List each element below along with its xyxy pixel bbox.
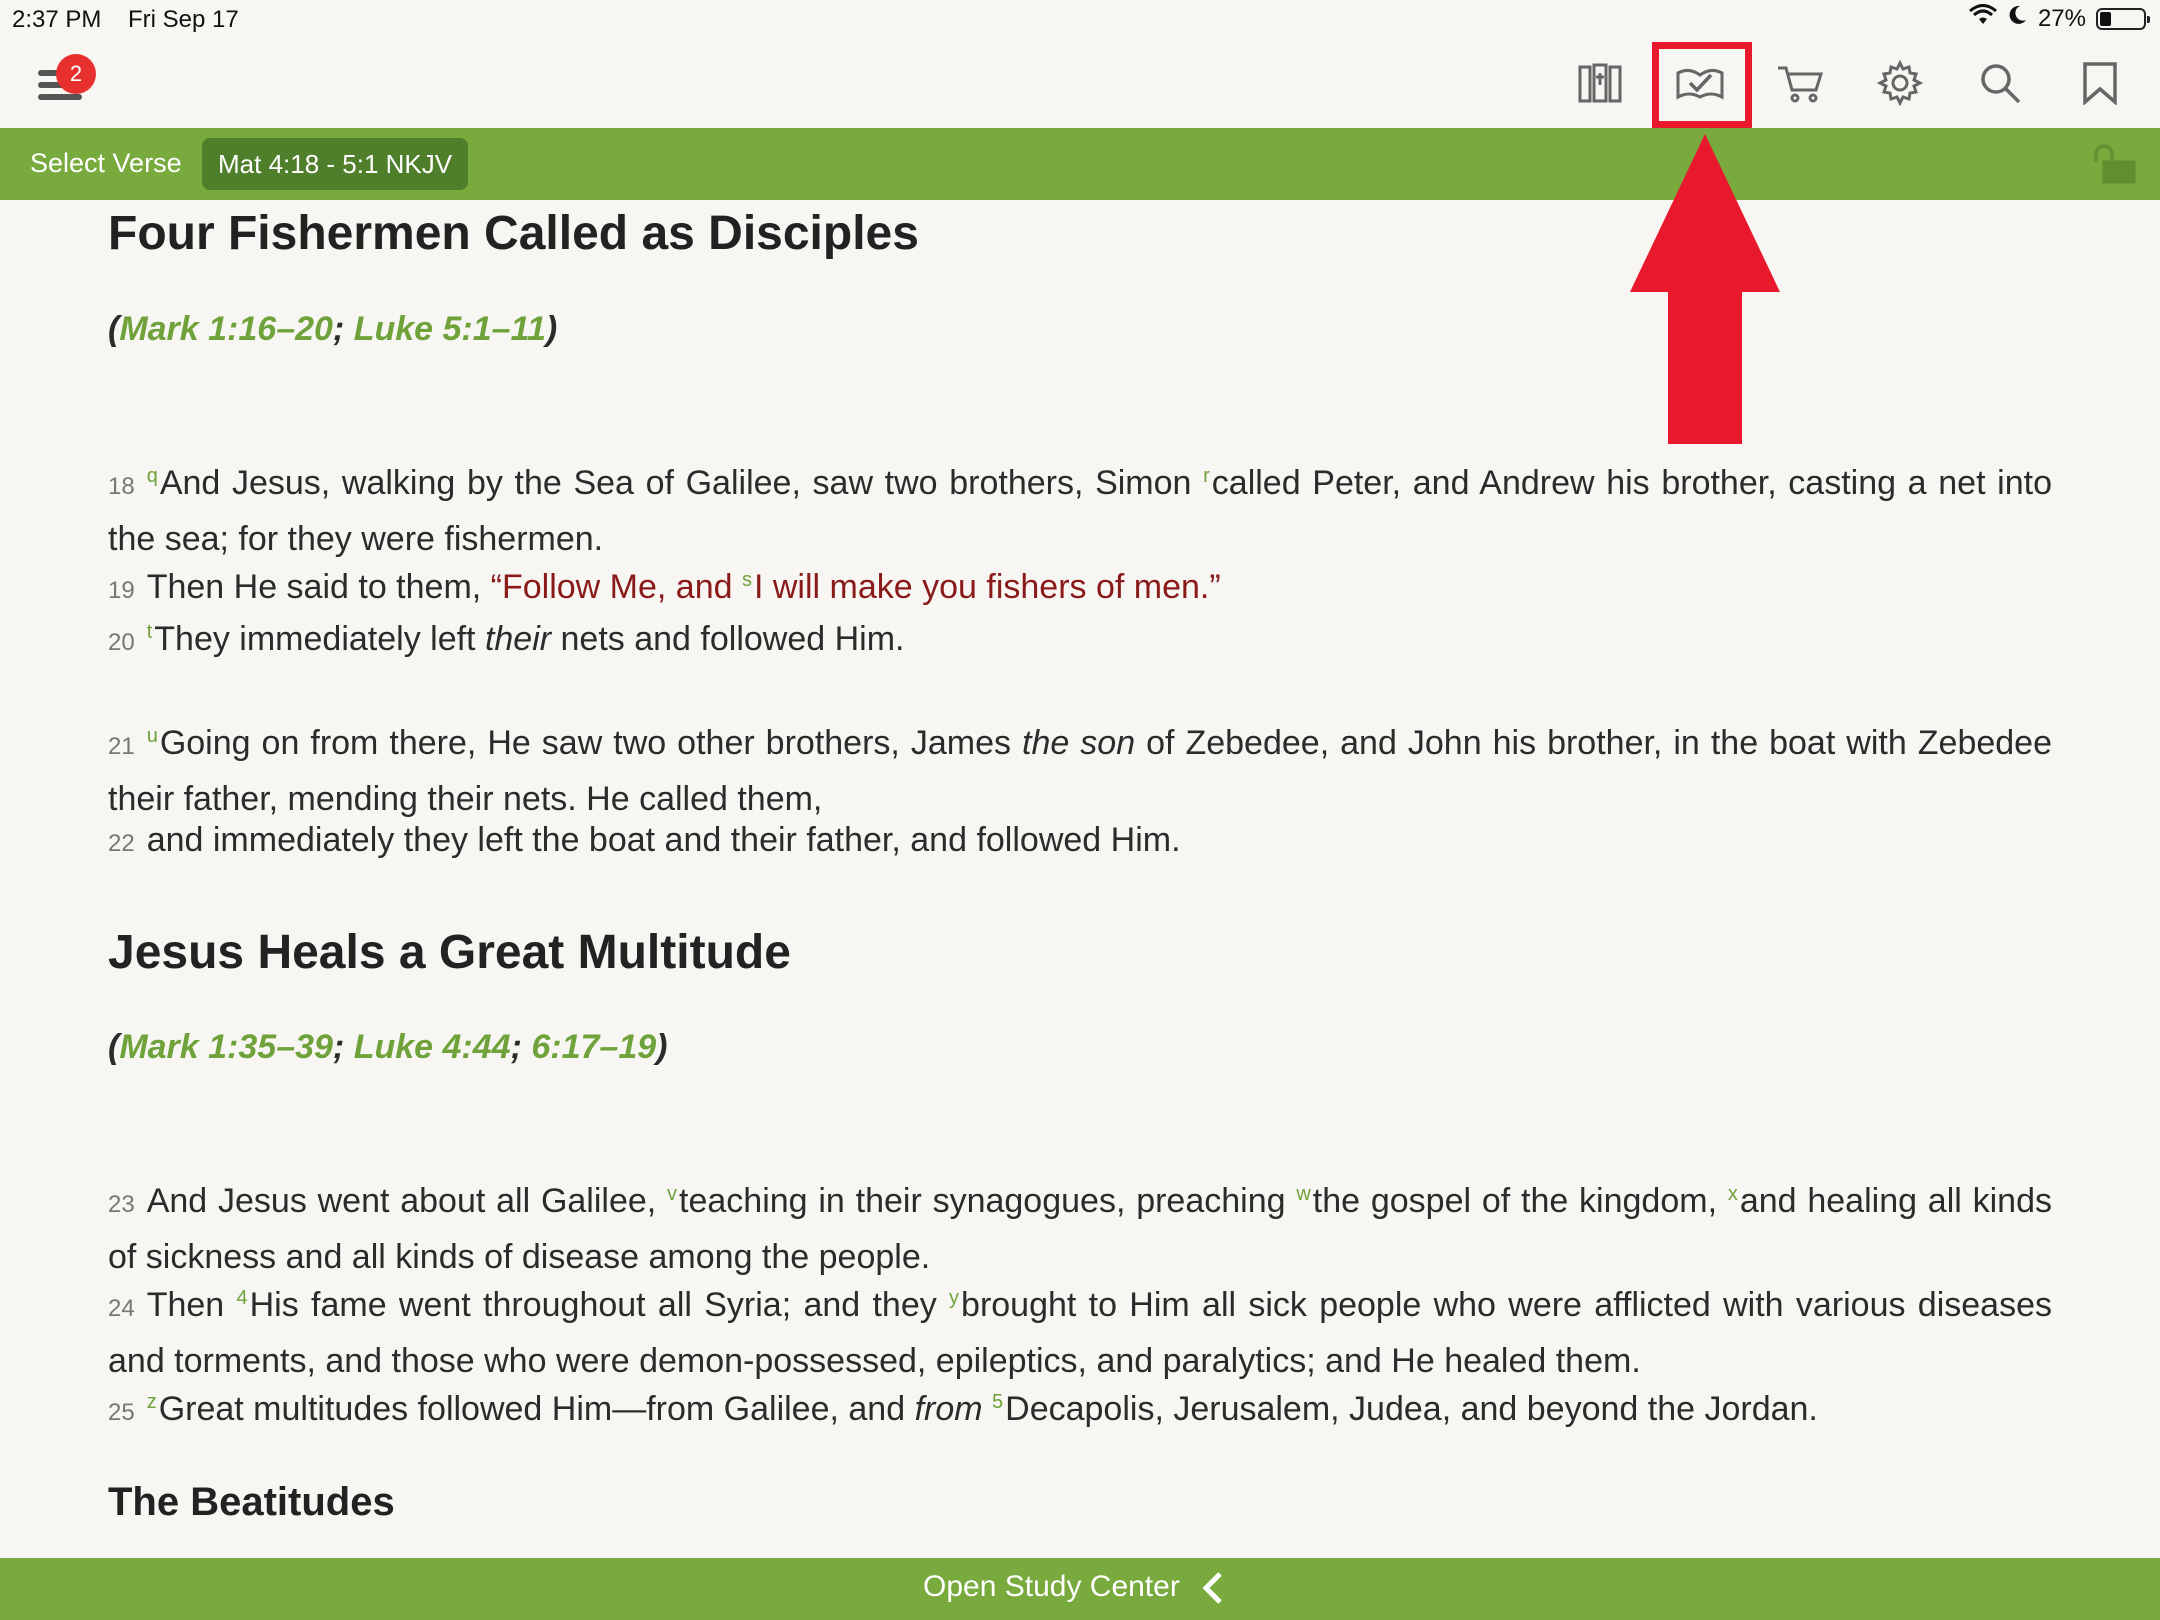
bottom-bar[interactable]: Open Study Center xyxy=(0,1558,2160,1620)
section-heading-fishermen: Four Fishermen Called as Disciples xyxy=(108,207,919,260)
verse-number: 20 xyxy=(108,629,135,656)
verse-24[interactable]: 24 Then 4His fame went throughout all Syr… xyxy=(108,1272,2052,1387)
footnote-marker: w xyxy=(1296,1183,1311,1205)
battery-icon xyxy=(2096,7,2150,30)
bookmark-icon[interactable] xyxy=(2070,58,2130,108)
verse-number: 21 xyxy=(108,733,135,760)
section-xref-fishermen: (Mark 1:16–20; Luke 5:1–11) xyxy=(108,310,558,348)
footnote-marker: z xyxy=(146,1391,157,1413)
verse-21[interactable]: 21 uGoing on from there, He saw two other… xyxy=(108,710,2052,825)
footnote-marker: s xyxy=(741,569,752,591)
footnote-marker: v xyxy=(667,1183,678,1205)
verse-number: 22 xyxy=(108,830,135,857)
verse-number: 23 xyxy=(108,1191,135,1218)
verse-18[interactable]: 18 qAnd Jesus, walking by the Sea of Gali… xyxy=(108,450,2052,565)
section-xref-multitude: (Mark 1:35–39; Luke 4:44; 6:17–19) xyxy=(108,1028,668,1066)
moon-icon xyxy=(2008,4,2028,33)
xref-link[interactable]: Luke 4:44 xyxy=(354,1028,511,1066)
verse-25[interactable]: 25 zGreat multitudes followed Him—from Ga… xyxy=(108,1376,2052,1439)
footnote-marker: y xyxy=(949,1287,960,1309)
library-icon[interactable] xyxy=(1570,58,1630,108)
xref-link[interactable]: Mark 1:35–39 xyxy=(119,1028,333,1066)
xref-link[interactable]: Mark 1:16–20 xyxy=(119,310,333,348)
chevron-left-icon[interactable] xyxy=(1198,1568,1226,1616)
footnote-marker: 5 xyxy=(992,1391,1004,1413)
annotation-arrow-icon xyxy=(1630,134,1780,444)
footnote-marker: 4 xyxy=(236,1287,248,1309)
reference-pill[interactable]: Mat 4:18 - 5:1 NKJV xyxy=(202,138,469,190)
battery-percent: 27% xyxy=(2037,4,2086,32)
search-icon[interactable] xyxy=(1970,58,2030,108)
status-right: 27% xyxy=(1968,4,2150,33)
verse-number: 18 xyxy=(108,473,135,500)
xref-link[interactable]: 6:17–19 xyxy=(531,1028,656,1066)
unlock-icon[interactable] xyxy=(2092,142,2140,191)
footnote-marker: t xyxy=(146,621,153,643)
status-date: Fri Sep 17 xyxy=(128,6,239,33)
verse-bar: Select Verse Mat 4:18 - 5:1 NKJV xyxy=(0,128,2160,200)
annotation-highlight-box xyxy=(1652,42,1752,128)
footnote-marker: r xyxy=(1203,465,1210,487)
footnote-marker: x xyxy=(1727,1183,1738,1205)
status-bar: 2:37 PM Fri Sep 17 27% xyxy=(0,0,2160,40)
status-time: 2:37 PM xyxy=(12,6,102,33)
notification-badge: 2 xyxy=(56,54,96,94)
verse-23[interactable]: 23 And Jesus went about all Galilee, vtea… xyxy=(108,1168,2052,1283)
verse-number: 25 xyxy=(108,1399,135,1426)
xref-link[interactable]: Luke 5:1–11 xyxy=(354,310,546,348)
wifi-icon xyxy=(1968,4,1998,33)
select-verse-button[interactable]: Select Verse xyxy=(30,148,182,179)
battery-fill xyxy=(2100,11,2111,26)
section-heading-multitude: Jesus Heals a Great Multitude xyxy=(108,926,791,979)
top-toolbar: 2 xyxy=(0,40,2160,128)
footnote-marker: u xyxy=(146,725,158,747)
verse-22[interactable]: 22 and immediately they left the boat and… xyxy=(108,814,2052,870)
open-study-center-button[interactable]: Open Study Center xyxy=(923,1570,1180,1604)
section-heading-beatitudes: The Beatitudes xyxy=(108,1480,395,1524)
footnote-marker: q xyxy=(146,465,158,487)
verse-number: 19 xyxy=(108,577,135,604)
verse-20[interactable]: 20 tThey immediately left their nets and … xyxy=(108,606,2052,669)
menu-button[interactable]: 2 xyxy=(38,54,96,108)
cart-icon[interactable] xyxy=(1770,58,1830,108)
verse-number: 24 xyxy=(108,1295,135,1322)
gear-icon[interactable] xyxy=(1870,58,1930,108)
